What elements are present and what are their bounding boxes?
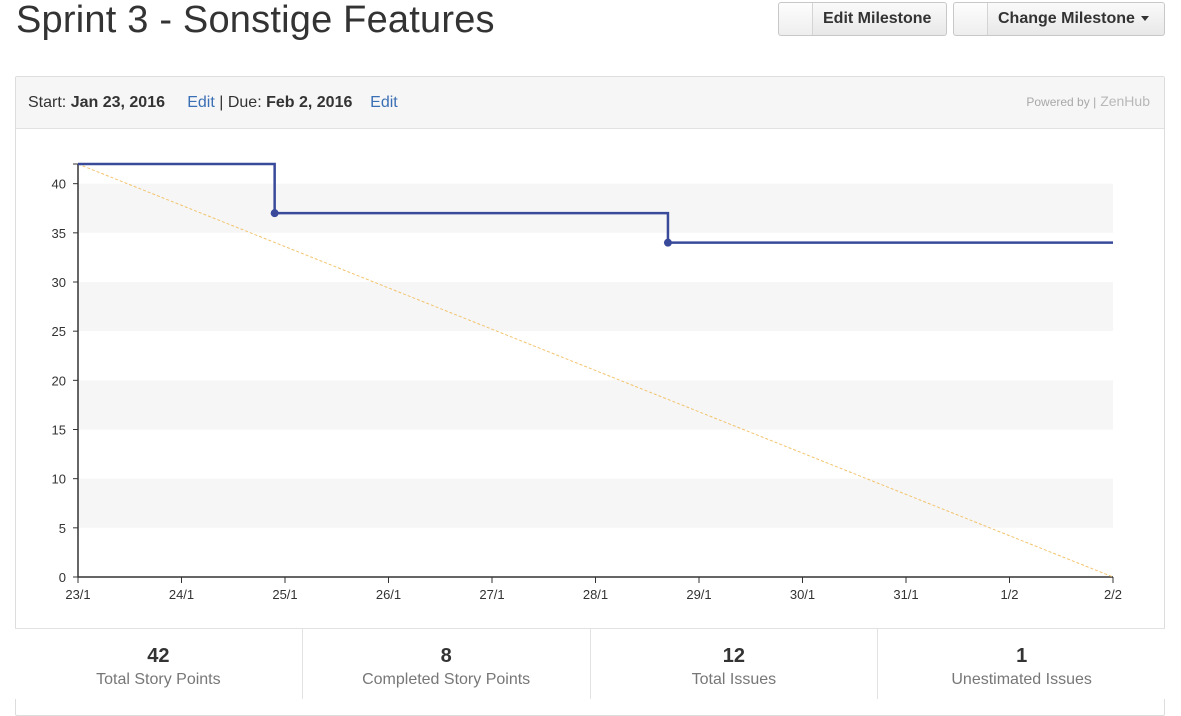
x-tick-label: 26/1 <box>376 587 401 602</box>
grid-band <box>78 282 1113 332</box>
burndown-chart: 0 5 10 15 20 25 30 35 40 23/1 24/1 25/1 26/1 27/1 28/1… <box>52 162 1122 602</box>
x-tick-label: 2/2 <box>1104 587 1122 602</box>
x-tick-label: 23/1 <box>65 587 90 602</box>
y-tick-label: 10 <box>52 472 66 487</box>
stat-unestimated-issues: 1 Unestimated Issues <box>878 629 1165 699</box>
stat-total-story-points: 42 Total Story Points <box>15 629 303 699</box>
x-tick-label: 1/2 <box>1000 587 1018 602</box>
y-tick-label: 5 <box>59 521 66 536</box>
stat-value: 8 <box>440 645 452 667</box>
y-tick-label: 30 <box>52 275 66 290</box>
stat-label: Unestimated Issues <box>951 671 1092 688</box>
y-tick-label: 20 <box>52 373 66 388</box>
y-tick-label: 0 <box>59 570 66 585</box>
stat-value: 1 <box>1016 645 1028 667</box>
x-tick-label: 28/1 <box>583 587 608 602</box>
grid-band <box>78 380 1113 430</box>
data-point <box>270 209 279 218</box>
x-tick-label: 27/1 <box>479 587 504 602</box>
x-tick-label: 31/1 <box>893 587 918 602</box>
y-tick-label: 15 <box>52 423 66 438</box>
stat-label: Total Story Points <box>96 671 221 688</box>
stat-label: Completed Story Points <box>362 671 531 688</box>
stats-bar: 42 Total Story Points 8 Completed Story … <box>15 628 1165 699</box>
x-tick-label: 29/1 <box>686 587 711 602</box>
grid-band <box>78 478 1113 528</box>
x-tick-label: 25/1 <box>272 587 297 602</box>
y-tick-label: 35 <box>52 226 66 241</box>
x-tick-label: 30/1 <box>790 587 815 602</box>
y-tick-label: 25 <box>52 324 66 339</box>
stat-value: 42 <box>147 645 170 667</box>
stat-value: 12 <box>722 645 745 667</box>
stat-completed-story-points: 8 Completed Story Points <box>303 629 591 699</box>
y-tick-label: 40 <box>52 177 66 192</box>
x-tick-label: 24/1 <box>169 587 194 602</box>
stat-total-issues: 12 Total Issues <box>591 629 879 699</box>
data-point <box>663 238 672 247</box>
stat-label: Total Issues <box>691 671 777 688</box>
